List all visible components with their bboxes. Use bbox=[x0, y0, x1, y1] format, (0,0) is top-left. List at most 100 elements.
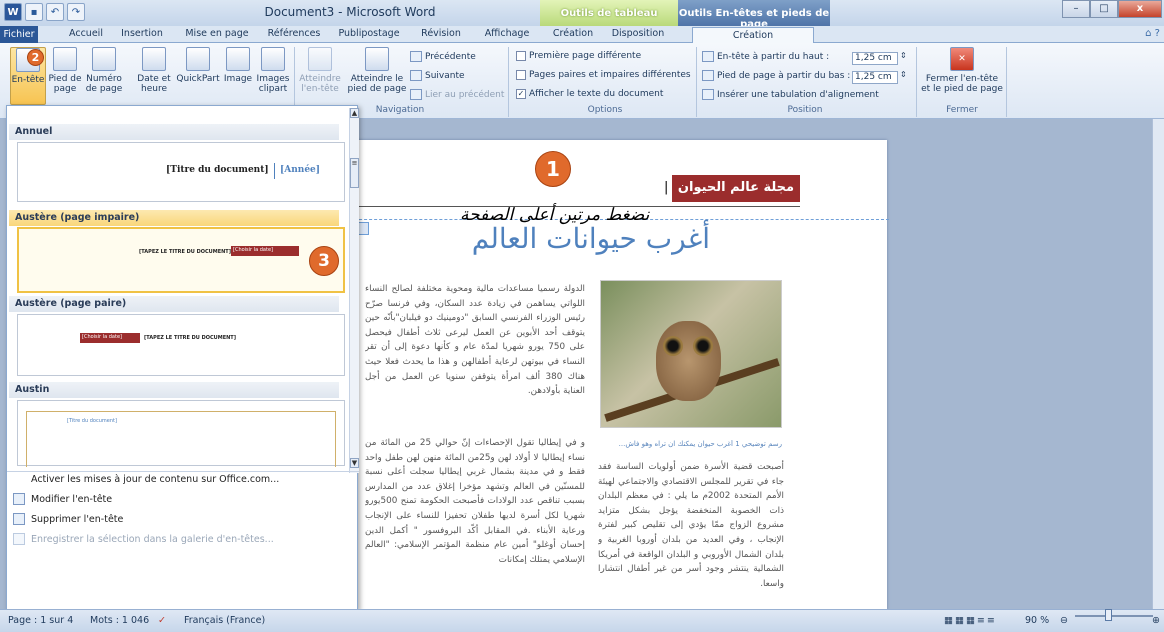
zoom-slider[interactable] bbox=[1075, 615, 1153, 617]
tab-publipostage[interactable]: Publipostage bbox=[336, 28, 402, 43]
menu-modifier-entete[interactable]: Modifier l'en-tête bbox=[13, 490, 112, 508]
eye-right bbox=[693, 336, 713, 356]
images-clipart-button[interactable]: Images clipart bbox=[256, 47, 290, 94]
word-icon[interactable]: W bbox=[4, 3, 22, 21]
tarsier-photo[interactable] bbox=[600, 280, 782, 428]
scroll-thumb[interactable]: ≡ bbox=[350, 158, 359, 188]
checked-icon: ✓ bbox=[516, 89, 526, 99]
step-badge-2: 2 bbox=[27, 49, 44, 66]
calendar-icon bbox=[142, 47, 166, 71]
tab-creation-header[interactable]: Création bbox=[692, 27, 814, 44]
delete-header-icon bbox=[13, 513, 25, 525]
text-column-left-1: الدولة رسميا مساعدات مالية ومحوية مختلفة… bbox=[365, 284, 585, 397]
pied-bas-row: Pied de page à partir du bas : bbox=[702, 70, 850, 81]
tab-affichage[interactable]: Affichage bbox=[480, 28, 534, 43]
magazine-title[interactable]: مجلة عالم الحيوان bbox=[672, 175, 800, 202]
group-separator bbox=[696, 47, 697, 117]
atteindre-pied-button[interactable]: Atteindre le pied de page bbox=[346, 47, 408, 94]
menu-supprimer-entete[interactable]: Supprimer l'en-tête bbox=[13, 510, 123, 528]
proofing-icon[interactable]: ✓ bbox=[158, 615, 166, 626]
menu-enregistrer-selection[interactable]: Enregistrer la sélection dans la galerie… bbox=[13, 530, 274, 548]
undo-icon[interactable]: ↶ bbox=[46, 3, 64, 21]
close-icon[interactable]: x bbox=[1118, 0, 1162, 18]
tab-disposition[interactable]: Disposition bbox=[608, 28, 668, 43]
option-paires-impaires[interactable]: Pages paires et impaires différentes bbox=[516, 70, 691, 80]
text-column-left-2: و في إيطاليا تقول الإحصاءات إنّ حوالي 25… bbox=[365, 438, 585, 565]
view-buttons-icon[interactable]: ▦▦▦≡≡ bbox=[944, 615, 997, 626]
menu-activer-mises-a-jour[interactable]: Activer les mises à jour de contenu sur … bbox=[13, 470, 279, 488]
tab-revision[interactable]: Révision bbox=[418, 28, 464, 43]
help-icon[interactable]: ⌂ ? bbox=[1145, 28, 1160, 39]
atteindre-entete-button[interactable]: Atteindre l'en-tête bbox=[298, 47, 342, 94]
checkbox-icon bbox=[516, 51, 526, 61]
gallery-item-austere-impaire[interactable]: [TAPEZ LE TITRE DU DOCUMENT] [Choisir la… bbox=[17, 227, 345, 293]
gallery-item-austere-paire[interactable]: [Choisir la date] [TAPEZ LE TITRE DU DOC… bbox=[17, 314, 345, 376]
entete-haut-row: En-tête à partir du haut : bbox=[702, 51, 829, 62]
word-count[interactable]: Mots : 1 046 bbox=[90, 615, 149, 626]
quickpart-icon bbox=[186, 47, 210, 71]
animal-body bbox=[656, 321, 721, 401]
language[interactable]: Français (France) bbox=[184, 615, 265, 626]
gallery-item-annuel[interactable]: [Titre du document] [Année] bbox=[17, 142, 345, 202]
zoom-in-icon[interactable]: ⊕ bbox=[1152, 615, 1160, 626]
spinner-icon[interactable]: ⇕ bbox=[900, 51, 907, 60]
date-heure-button[interactable]: Date et heure bbox=[136, 47, 172, 94]
step-badge-1: 1 bbox=[535, 151, 571, 187]
thumb-date: [Choisir la date] bbox=[231, 246, 299, 256]
text-column-right: أصبحت قضية الأسرة ضمن أولويات الساسة فقد… bbox=[598, 462, 784, 589]
thumb-title: [TAPEZ LE TITRE DU DOCUMENT] bbox=[144, 335, 237, 341]
zoom-level[interactable]: 90 % bbox=[1025, 615, 1049, 626]
numero-page-button[interactable]: Numéro de page bbox=[84, 47, 124, 94]
tab-insertion[interactable]: Insertion bbox=[118, 28, 166, 43]
precedente-button[interactable]: Précédente bbox=[410, 51, 476, 62]
step-badge-3: 3 bbox=[309, 246, 339, 276]
tab-mise-en-page[interactable]: Mise en page bbox=[184, 28, 250, 43]
thumb-frame: [Titre du document] bbox=[26, 411, 336, 467]
go-to-header-icon bbox=[308, 47, 332, 71]
document-title: أغرب حيوانات العالم bbox=[471, 222, 710, 255]
page-count[interactable]: Page : 1 sur 4 bbox=[8, 615, 73, 626]
lier-precedent-button[interactable]: Lier au précédent bbox=[410, 89, 504, 100]
entete-haut-input[interactable]: 1,25 cm bbox=[852, 52, 898, 65]
maximize-icon[interactable]: □ bbox=[1090, 0, 1118, 18]
suivante-button[interactable]: Suivante bbox=[410, 70, 465, 81]
fermer-entete-button[interactable]: ✕ Fermer l'en-tête et le pied de page bbox=[920, 47, 1004, 94]
header-top-icon bbox=[702, 51, 714, 62]
eye-left bbox=[663, 336, 683, 356]
page-number-icon bbox=[92, 47, 116, 71]
scroll-down-icon[interactable]: ▼ bbox=[350, 458, 359, 468]
group-separator bbox=[1006, 47, 1007, 117]
tab-references[interactable]: Références bbox=[264, 28, 324, 43]
tab-accueil[interactable]: Accueil bbox=[66, 28, 106, 43]
tab-align-icon bbox=[702, 89, 714, 100]
window-title: Document3 - Microsoft Word bbox=[264, 5, 436, 19]
context-tab-header-tools: Outils En-têtes et pieds de page bbox=[678, 0, 830, 30]
zoom-out-icon[interactable]: ⊖ bbox=[1060, 615, 1068, 626]
tab-fichier[interactable]: Fichier bbox=[0, 26, 38, 43]
group-separator bbox=[916, 47, 917, 117]
text-cursor: | bbox=[664, 180, 669, 195]
tab-creation-table[interactable]: Création bbox=[548, 28, 598, 43]
inserer-tabulation-button[interactable]: Insérer une tabulation d'alignement bbox=[702, 89, 879, 100]
quick-access-toolbar: W ▪ ↶ ↷ bbox=[4, 3, 85, 21]
thumb-year: [Année] bbox=[280, 165, 321, 175]
option-premiere-page[interactable]: Première page différente bbox=[516, 51, 641, 61]
thumb-date: [Choisir la date] bbox=[80, 333, 140, 343]
group-separator bbox=[508, 47, 509, 117]
image-button[interactable]: Image bbox=[222, 47, 254, 84]
next-icon bbox=[410, 70, 422, 81]
spinner-icon[interactable]: ⇕ bbox=[900, 70, 907, 79]
vertical-scrollbar[interactable] bbox=[1152, 119, 1164, 609]
minimize-icon[interactable]: – bbox=[1062, 0, 1090, 18]
quickpart-button[interactable]: QuickPart bbox=[174, 47, 222, 84]
scroll-up-icon[interactable]: ▲ bbox=[350, 108, 359, 118]
pied-de-page-button[interactable]: Pied de page bbox=[48, 47, 82, 94]
gallery-scrollbar[interactable]: ▲ ≡ ▼ bbox=[349, 108, 359, 473]
gallery-item-austin[interactable]: [Titre du document] bbox=[17, 400, 345, 467]
redo-icon[interactable]: ↷ bbox=[67, 3, 85, 21]
zoom-slider-thumb[interactable] bbox=[1105, 609, 1112, 621]
gallery-heading-austere-paire: Austère (page paire) bbox=[9, 296, 339, 312]
pied-bas-input[interactable]: 1,25 cm bbox=[852, 71, 898, 84]
option-afficher-texte[interactable]: ✓ Afficher le texte du document bbox=[516, 89, 663, 99]
save-icon[interactable]: ▪ bbox=[25, 3, 43, 21]
